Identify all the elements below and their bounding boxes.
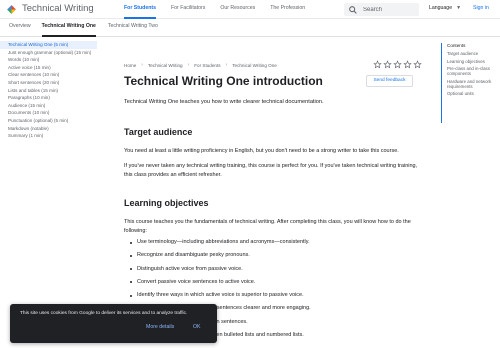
sub-tabs: Overview Technical Writing One Technical…: [0, 19, 500, 37]
breadcrumb: Home › Technical Writing › For Students …: [124, 62, 277, 68]
sign-in-link[interactable]: Sign in: [473, 5, 489, 11]
breadcrumb-technical-writing[interactable]: Technical Writing: [148, 63, 183, 68]
nav-for-students[interactable]: For Students: [124, 0, 156, 19]
breadcrumb-technical-writing-one[interactable]: Technical Writing One: [232, 63, 277, 68]
cookie-message: This site uses cookies from Google to de…: [20, 311, 188, 316]
sidebar-item-markdown[interactable]: Markdown (notable): [0, 125, 97, 133]
page-title: Technical Writing One introduction: [124, 74, 323, 88]
tab-overview[interactable]: Overview: [9, 19, 31, 37]
list-item: Convert passive voice sentences to activ…: [130, 279, 420, 292]
cookie-banner: This site uses cookies from Google to de…: [10, 304, 217, 343]
sidebar-item-documents[interactable]: Documents (10 min): [0, 109, 97, 117]
main-content: Home › Technical Writing › For Students …: [116, 41, 422, 348]
sidebar-item-just-enough-grammar[interactable]: Just enough grammar (optional) (15 min): [0, 49, 97, 57]
breadcrumb-home[interactable]: Home: [124, 63, 136, 68]
site-title[interactable]: Technical Writing: [22, 3, 94, 14]
language-select[interactable]: Language ▼: [429, 5, 461, 11]
sidebar-item-words[interactable]: Words (10 min): [0, 56, 97, 64]
intro-paragraph: Technical Writing One teaches you how to…: [124, 99, 324, 105]
toc-item-hardware[interactable]: Hardware and network requirements: [447, 79, 500, 89]
chevron-right-icon: ›: [187, 62, 190, 68]
star-outline-icon[interactable]: [393, 60, 402, 69]
sidebar-item-punctuation[interactable]: Punctuation (optional) (5 min): [0, 117, 97, 125]
heading-learning-objectives: Learning objectives: [124, 198, 209, 208]
search-box[interactable]: [344, 3, 419, 16]
list-item: Distinguish active voice from passive vo…: [130, 266, 420, 279]
sidebar-item-lists-and-tables[interactable]: Lists and tables (15 min): [0, 87, 97, 95]
star-outline-icon[interactable]: [373, 60, 382, 69]
sidebar-item-audience[interactable]: Audience (15 min): [0, 102, 97, 110]
cookie-more-details-button[interactable]: More details: [146, 324, 174, 330]
nav-our-resources[interactable]: Our Resources: [220, 0, 255, 19]
search-icon: [349, 5, 357, 14]
top-nav: For Students For Facilitators Our Resour…: [124, 0, 320, 19]
sidebar-item-clear-sentences[interactable]: Clear sentences (10 min): [0, 71, 97, 79]
tab-technical-writing-one[interactable]: Technical Writing One: [41, 19, 96, 37]
sidebar-item-short-sentences[interactable]: Short sentences (20 min): [0, 79, 97, 87]
sidebar-item-technical-writing-one[interactable]: Technical Writing One (5 min): [0, 41, 97, 49]
table-of-contents: Contents Target audience Learning object…: [441, 43, 500, 123]
toc-item-optional-units[interactable]: Optional units: [447, 91, 500, 96]
cookie-ok-button[interactable]: OK: [193, 324, 201, 330]
toc-item-pre-class[interactable]: Pre-class and in-class components: [447, 66, 500, 76]
chevron-right-icon: ›: [225, 62, 228, 68]
toc-heading: Contents: [447, 43, 466, 48]
toc-item-learning-objectives[interactable]: Learning objectives: [447, 59, 500, 64]
star-outline-icon[interactable]: [413, 60, 422, 69]
nav-the-profession[interactable]: The Profession: [270, 0, 305, 19]
tab-technical-writing-two[interactable]: Technical Writing Two: [108, 19, 158, 37]
sidebar-item-paragraphs[interactable]: Paragraphs (10 min): [0, 94, 97, 102]
search-input[interactable]: [363, 6, 418, 13]
list-item: Use terminology—including abbreviations …: [130, 239, 420, 252]
chevron-down-icon: ▼: [456, 5, 462, 11]
breadcrumb-for-students[interactable]: For Students: [194, 63, 220, 68]
language-label: Language: [429, 5, 453, 11]
nav-for-facilitators[interactable]: For Facilitators: [171, 0, 205, 19]
star-rating: [373, 60, 422, 69]
chevron-right-icon: ›: [141, 62, 143, 68]
top-app-bar: Technical Writing For Students For Facil…: [0, 0, 500, 19]
left-sidebar: Technical Writing One (5 min) Just enoug…: [0, 41, 97, 321]
list-item: Recognize and disambiguate pesky pronoun…: [130, 252, 420, 265]
sidebar-item-active-voice[interactable]: Active voice (15 min): [0, 64, 97, 72]
learning-objectives-paragraph: This course teaches you the fundamentals…: [124, 219, 411, 234]
star-outline-icon[interactable]: [403, 60, 412, 69]
google-logo-icon[interactable]: [5, 3, 18, 16]
toc-item-target-audience[interactable]: Target audience: [447, 51, 500, 56]
target-audience-paragraph-2: If you've never taken any technical writ…: [124, 163, 418, 178]
star-outline-icon[interactable]: [383, 60, 392, 69]
send-feedback-button[interactable]: Send feedback: [366, 75, 413, 87]
sidebar-item-summary[interactable]: Summary (1 min): [0, 132, 97, 140]
target-audience-paragraph-1: You need at least a little writing profi…: [124, 148, 399, 154]
heading-target-audience: Target audience: [124, 127, 193, 137]
